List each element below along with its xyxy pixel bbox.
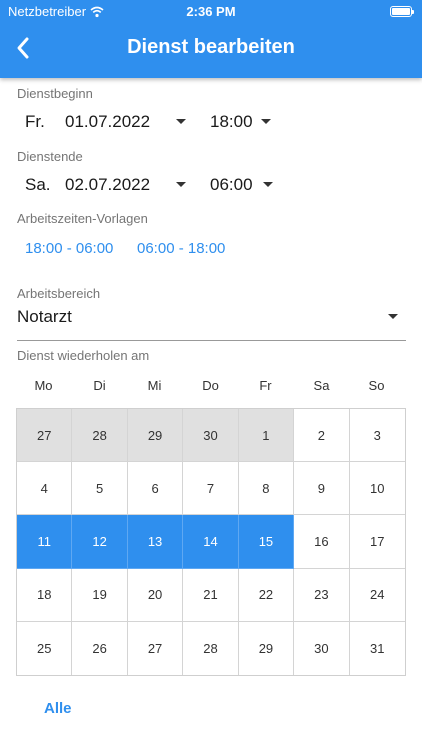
repeat-label: Dienst wiederholen am <box>17 348 150 363</box>
calendar-day-cell[interactable]: 6 <box>127 462 184 516</box>
calendar-day-cell[interactable]: 30 <box>294 621 350 675</box>
calendar-day-cell[interactable]: 1 <box>238 409 295 463</box>
area-select[interactable]: Notarzt <box>17 307 72 327</box>
calendar-day-cell[interactable]: 27 <box>17 409 73 463</box>
weekday-header: Di <box>93 378 106 393</box>
end-time-dropdown-icon[interactable] <box>263 182 273 187</box>
start-date-field[interactable]: 01.07.2022 <box>65 112 150 132</box>
calendar-day-cell[interactable]: 30 <box>183 409 239 463</box>
weekday-header: Fr <box>259 378 272 393</box>
calendar-day-cell[interactable]: 28 <box>183 621 239 675</box>
end-label: Dienstende <box>17 149 83 164</box>
area-dropdown-icon[interactable] <box>388 314 398 319</box>
status-time: 2:36 PM <box>186 4 236 19</box>
start-weekday: Fr. <box>25 112 45 131</box>
calendar-day-cell[interactable]: 31 <box>350 622 405 675</box>
calendar-day-cell[interactable]: 11 <box>17 515 73 569</box>
template-button-night[interactable]: 18:00 - 06:00 <box>25 240 113 257</box>
end-date-dropdown-icon[interactable] <box>176 182 186 187</box>
start-label: Dienstbeginn <box>17 86 93 101</box>
calendar-day-cell[interactable]: 27 <box>128 621 184 675</box>
start-date-dropdown-icon[interactable] <box>176 119 186 124</box>
battery-icon <box>390 6 414 17</box>
calendar-day-cell[interactable]: 25 <box>17 621 73 675</box>
start-time-field[interactable]: 18:00 <box>210 112 253 132</box>
weekday-header: Mo <box>34 378 53 393</box>
calendar-day-cell[interactable]: 13 <box>127 515 184 569</box>
end-time-field[interactable]: 06:00 <box>210 175 253 195</box>
calendar-day-cell[interactable]: 18 <box>17 568 73 622</box>
calendar-day-cell[interactable]: 10 <box>349 462 405 516</box>
app-bar: Netzbetreiber 2:36 PM Dienst bearbeiten <box>0 0 422 78</box>
calendar-day-cell[interactable]: 24 <box>349 569 405 622</box>
area-select-underline <box>17 340 406 341</box>
calendar-day-cell[interactable]: 29 <box>239 621 295 675</box>
weekday-header: Sa <box>313 378 330 393</box>
calendar-day-cell[interactable]: 29 <box>127 409 184 463</box>
weekday-header: So <box>368 378 385 393</box>
calendar-day-cell[interactable]: 14 <box>183 515 239 569</box>
calendar-day-cell[interactable]: 22 <box>238 568 295 622</box>
calendar-day-cell[interactable]: 12 <box>72 515 128 569</box>
weekday-header: Do <box>202 378 219 393</box>
template-button-day[interactable]: 06:00 - 18:00 <box>137 240 225 257</box>
calendar-day-cell[interactable]: 7 <box>183 462 239 516</box>
calendar-day-cell[interactable]: 20 <box>127 568 184 622</box>
repeat-calendar-grid: 27 28 29 30 1 2 3 4 5 6 7 8 9 10 11 12 13 14 15 16 17 18 19 20 2… <box>16 408 406 676</box>
calendar-day-cell[interactable]: 26 <box>72 621 128 675</box>
start-time-dropdown-icon[interactable] <box>261 119 271 124</box>
calendar-day-cell[interactable]: 28 <box>72 409 128 463</box>
calendar-day-cell[interactable]: 4 <box>17 462 73 516</box>
calendar-day-cell[interactable]: 21 <box>183 568 239 622</box>
end-weekday: Sa. <box>25 175 51 194</box>
calendar-day-cell[interactable]: 16 <box>294 515 350 569</box>
calendar-day-cell[interactable]: 2 <box>294 409 350 463</box>
calendar-day-cell[interactable]: 15 <box>238 515 295 569</box>
page-title: Dienst bearbeiten <box>127 36 295 58</box>
calendar-day-cell[interactable]: 23 <box>294 568 350 622</box>
calendar-day-cell[interactable]: 5 <box>72 462 128 516</box>
calendar-day-cell[interactable]: 19 <box>72 568 128 622</box>
weekday-header: Mi <box>147 378 162 393</box>
templates-label: Arbeitszeiten-Vorlagen <box>17 211 148 226</box>
calendar-day-cell[interactable]: 8 <box>238 462 295 516</box>
status-bar: Netzbetreiber 2:36 PM <box>0 0 422 24</box>
calendar-day-cell[interactable]: 17 <box>349 515 405 569</box>
calendar-day-cell[interactable]: 3 <box>349 409 405 463</box>
calendar-day-cell[interactable]: 9 <box>294 462 350 516</box>
area-label: Arbeitsbereich <box>17 286 101 301</box>
select-all-button[interactable]: Alle <box>44 700 72 717</box>
end-date-field[interactable]: 02.07.2022 <box>65 175 150 195</box>
